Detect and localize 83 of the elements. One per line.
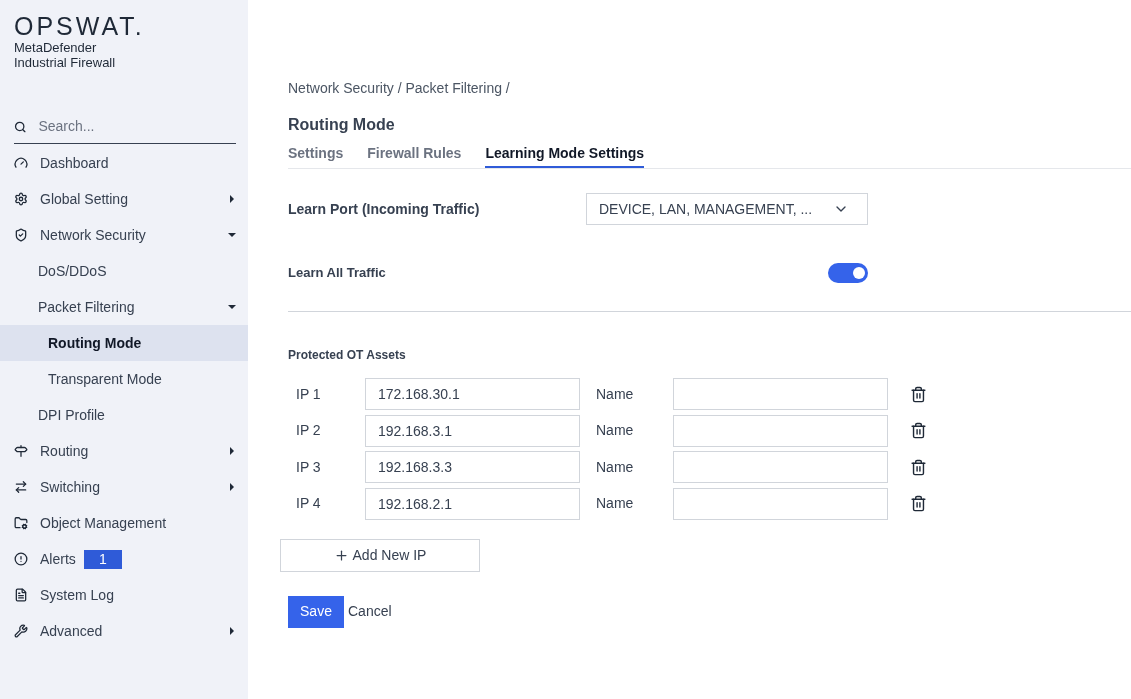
nav-item[interactable]: System Log: [0, 577, 248, 613]
nav-item[interactable]: Dashboard: [0, 145, 248, 181]
nav-label: Object Management: [40, 513, 167, 533]
caret-icon: [228, 195, 236, 203]
ip-label: IP 2: [295, 421, 322, 440]
arrows-icon: [14, 480, 28, 494]
nav-label: Dashboard: [40, 153, 109, 173]
name-input[interactable]: [673, 487, 888, 520]
nav-label: System Log: [40, 585, 114, 605]
delete-icon[interactable]: [910, 458, 927, 476]
tab[interactable]: Settings: [288, 143, 344, 168]
nav-label: Network Security: [40, 225, 146, 245]
tab[interactable]: Firewall Rules: [367, 143, 462, 168]
caret-icon: [228, 447, 236, 455]
section-title: Protected OT Assets: [288, 347, 407, 364]
nav-label: DPI Profile: [38, 405, 105, 425]
signpost-icon: [14, 444, 28, 458]
folder-gear-icon: [14, 516, 28, 530]
shield-check-icon: [14, 228, 28, 242]
search-field[interactable]: Search...: [38, 116, 236, 137]
toggle-switch[interactable]: [828, 263, 868, 283]
nav-item[interactable]: Packet Filtering: [0, 289, 248, 325]
nav-item[interactable]: Switching: [0, 469, 248, 505]
tab[interactable]: Learning Mode Settings: [485, 143, 645, 168]
name-label: Name: [595, 384, 635, 404]
plus-icon: [333, 547, 349, 563]
count-badge: 1: [83, 549, 122, 569]
caret-icon: [228, 231, 236, 239]
page-title: Routing Mode: [288, 115, 396, 135]
name-input[interactable]: [673, 378, 888, 410]
ip-label: IP 4: [295, 494, 322, 513]
port-dropdown[interactable]: DEVICE, LAN, MANAGEMENT, ...: [586, 193, 868, 225]
nav-label: Alerts: [40, 549, 76, 569]
caret-icon: [228, 303, 236, 311]
caret-icon: [228, 627, 236, 635]
ip-input[interactable]: 172.168.30.1: [365, 378, 580, 410]
nav-item[interactable]: Global Setting: [0, 181, 248, 217]
nav-item[interactable]: DPI Profile: [0, 397, 248, 433]
logo: OPSWAT.: [14, 12, 146, 40]
ip-input[interactable]: 192.168.3.1: [365, 414, 580, 447]
delete-icon[interactable]: [910, 495, 927, 512]
nav-label: Switching: [40, 477, 100, 497]
cancel-button[interactable]: Cancel: [348, 601, 392, 622]
nav-label: Transparent Mode: [48, 369, 162, 389]
field-label: Learn Port (Incoming Traffic): [288, 199, 481, 219]
nav-item[interactable]: Network Security: [0, 217, 248, 253]
field-label: Learn All Traffic: [288, 264, 386, 283]
nav-item[interactable]: Alerts 1: [0, 541, 248, 577]
nav-label: Global Setting: [40, 189, 128, 209]
nav-label: Packet Filtering: [38, 297, 135, 317]
name-input[interactable]: [673, 451, 888, 483]
nav-item[interactable]: Routing: [0, 433, 248, 469]
name-label: Name: [595, 457, 635, 477]
nav-label: DoS/DDoS: [38, 261, 107, 281]
wrench-icon: [14, 624, 28, 638]
nav-item[interactable]: Advanced: [0, 613, 248, 649]
save-button[interactable]: Save: [288, 595, 344, 628]
gauge-icon: [14, 156, 28, 170]
delete-icon[interactable]: [910, 385, 927, 403]
ip-label: IP 1: [295, 384, 322, 404]
caret-icon: [228, 483, 236, 491]
document-icon: [14, 588, 28, 602]
breadcrumb: Network Security / Packet Filtering /: [288, 79, 511, 98]
name-label: Name: [595, 494, 635, 513]
product-name: Industrial Firewall: [14, 55, 117, 70]
nav-label: Routing Mode: [48, 333, 142, 353]
ip-label: IP 3: [295, 457, 322, 477]
product-name: MetaDefender: [14, 40, 98, 55]
ip-input[interactable]: 192.168.2.1: [365, 487, 580, 520]
nav-item[interactable]: DoS/DDoS: [0, 253, 248, 289]
delete-icon[interactable]: [910, 422, 927, 439]
gear-icon: [14, 192, 28, 206]
name-input[interactable]: [673, 414, 888, 447]
nav-label: Routing: [40, 441, 89, 461]
ip-input[interactable]: 192.168.3.3: [365, 451, 580, 483]
nav-item[interactable]: Routing Mode: [0, 325, 248, 361]
search-icon: [14, 119, 27, 134]
name-label: Name: [595, 421, 635, 440]
nav-item[interactable]: Transparent Mode: [0, 361, 248, 397]
nav-label: Advanced: [40, 621, 103, 641]
add-ip-button[interactable]: Add New IP: [280, 538, 480, 572]
nav-item[interactable]: Object Management: [0, 505, 248, 541]
alert-icon: [14, 552, 28, 566]
